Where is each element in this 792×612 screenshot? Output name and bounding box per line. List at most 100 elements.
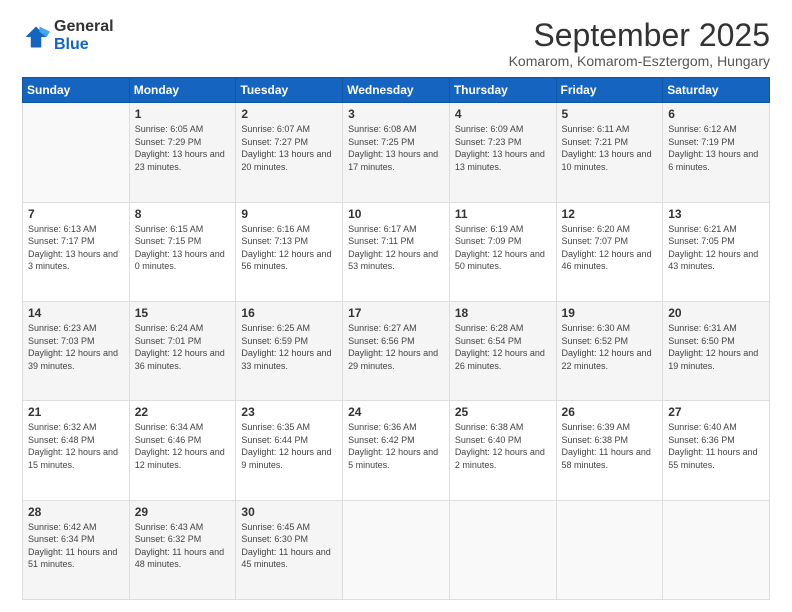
day-number: 27 (668, 405, 764, 419)
day-number: 21 (28, 405, 124, 419)
logo-area: General Blue (22, 18, 114, 53)
day-info: Sunrise: 6:43 AMSunset: 6:32 PMDaylight:… (135, 521, 231, 571)
day-info: Sunrise: 6:11 AMSunset: 7:21 PMDaylight:… (562, 123, 658, 173)
calendar-header-row: Sunday Monday Tuesday Wednesday Thursday… (23, 78, 770, 103)
page: General Blue September 2025 Komarom, Kom… (0, 0, 792, 612)
day-info: Sunrise: 6:20 AMSunset: 7:07 PMDaylight:… (562, 223, 658, 273)
table-row: 6 Sunrise: 6:12 AMSunset: 7:19 PMDaylight… (663, 103, 770, 202)
col-wednesday: Wednesday (343, 78, 450, 103)
table-row: 24Sunrise: 6:36 AMSunset: 6:42 PMDayligh… (343, 401, 450, 500)
col-tuesday: Tuesday (236, 78, 343, 103)
table-row: 3Sunrise: 6:08 AMSunset: 7:25 PMDaylight… (343, 103, 450, 202)
day-number: 7 (28, 207, 124, 221)
day-number: 19 (562, 306, 658, 320)
day-info: Sunrise: 6:40 AMSunset: 6:36 PMDaylight:… (668, 421, 764, 471)
day-number: 17 (348, 306, 444, 320)
table-row: 13 Sunrise: 6:21 AMSunset: 7:05 PMDayligh… (663, 202, 770, 301)
day-info: Sunrise: 6:08 AMSunset: 7:25 PMDaylight:… (348, 123, 444, 173)
logo-icon (22, 23, 50, 51)
location-title: Komarom, Komarom-Esztergom, Hungary (509, 53, 770, 69)
table-row: 9 Sunrise: 6:16 AMSunset: 7:13 PMDaylight… (236, 202, 343, 301)
table-row: 1Sunrise: 6:05 AMSunset: 7:29 PMDaylight… (129, 103, 236, 202)
day-info: Sunrise: 6:38 AMSunset: 6:40 PMDaylight:… (455, 421, 551, 471)
day-number: 12 (562, 207, 658, 221)
day-info: Sunrise: 6:24 AMSunset: 7:01 PMDaylight:… (135, 322, 231, 372)
day-number: 13 (668, 207, 764, 221)
day-number: 6 (668, 107, 764, 121)
day-info: Sunrise: 6:35 AMSunset: 6:44 PMDaylight:… (241, 421, 337, 471)
day-info: Sunrise: 6:16 AMSunset: 7:13 PMDaylight:… (241, 223, 337, 273)
day-number: 10 (348, 207, 444, 221)
day-info: Sunrise: 6:17 AMSunset: 7:11 PMDaylight:… (348, 223, 444, 273)
day-info: Sunrise: 6:30 AMSunset: 6:52 PMDaylight:… (562, 322, 658, 372)
day-info: Sunrise: 6:12 AMSunset: 7:19 PMDaylight:… (668, 123, 764, 173)
table-row: 12 Sunrise: 6:20 AMSunset: 7:07 PMDayligh… (556, 202, 663, 301)
day-number: 29 (135, 505, 231, 519)
table-row: 10 Sunrise: 6:17 AMSunset: 7:11 PMDayligh… (343, 202, 450, 301)
day-number: 14 (28, 306, 124, 320)
table-row: 4Sunrise: 6:09 AMSunset: 7:23 PMDaylight… (449, 103, 556, 202)
day-info: Sunrise: 6:45 AMSunset: 6:30 PMDaylight:… (241, 521, 337, 571)
day-number: 11 (455, 207, 551, 221)
table-row (343, 500, 450, 599)
day-info: Sunrise: 6:07 AMSunset: 7:27 PMDaylight:… (241, 123, 337, 173)
day-info: Sunrise: 6:34 AMSunset: 6:46 PMDaylight:… (135, 421, 231, 471)
table-row: 30 Sunrise: 6:45 AMSunset: 6:30 PMDayligh… (236, 500, 343, 599)
table-row: 21 Sunrise: 6:32 AMSunset: 6:48 PMDayligh… (23, 401, 130, 500)
logo-text: General Blue (54, 18, 114, 53)
day-info: Sunrise: 6:36 AMSunset: 6:42 PMDaylight:… (348, 421, 444, 471)
day-info: Sunrise: 6:42 AMSunset: 6:34 PMDaylight:… (28, 521, 124, 571)
table-row: 23 Sunrise: 6:35 AMSunset: 6:44 PMDayligh… (236, 401, 343, 500)
day-number: 25 (455, 405, 551, 419)
table-row: 7 Sunrise: 6:13 AMSunset: 7:17 PMDaylight… (23, 202, 130, 301)
logo-general-text: General (54, 18, 114, 36)
table-row: 22 Sunrise: 6:34 AMSunset: 6:46 PMDayligh… (129, 401, 236, 500)
logo-blue-text: Blue (54, 36, 114, 54)
day-info: Sunrise: 6:39 AMSunset: 6:38 PMDaylight:… (562, 421, 658, 471)
table-row (23, 103, 130, 202)
day-info: Sunrise: 6:23 AMSunset: 7:03 PMDaylight:… (28, 322, 124, 372)
month-title: September 2025 (509, 18, 770, 53)
day-info: Sunrise: 6:13 AMSunset: 7:17 PMDaylight:… (28, 223, 124, 273)
day-info: Sunrise: 6:27 AMSunset: 6:56 PMDaylight:… (348, 322, 444, 372)
table-row: 27 Sunrise: 6:40 AMSunset: 6:36 PMDayligh… (663, 401, 770, 500)
day-info: Sunrise: 6:28 AMSunset: 6:54 PMDaylight:… (455, 322, 551, 372)
day-number: 28 (28, 505, 124, 519)
col-monday: Monday (129, 78, 236, 103)
day-number: 30 (241, 505, 337, 519)
day-number: 8 (135, 207, 231, 221)
col-friday: Friday (556, 78, 663, 103)
table-row: 15Sunrise: 6:24 AMSunset: 7:01 PMDayligh… (129, 301, 236, 400)
table-row: 14 Sunrise: 6:23 AMSunset: 7:03 PMDayligh… (23, 301, 130, 400)
table-row (663, 500, 770, 599)
day-number: 9 (241, 207, 337, 221)
day-info: Sunrise: 6:19 AMSunset: 7:09 PMDaylight:… (455, 223, 551, 273)
table-row: 18 Sunrise: 6:28 AMSunset: 6:54 PMDayligh… (449, 301, 556, 400)
table-row: 20Sunrise: 6:31 AMSunset: 6:50 PMDayligh… (663, 301, 770, 400)
table-row: 5 Sunrise: 6:11 AMSunset: 7:21 PMDaylight… (556, 103, 663, 202)
day-info: Sunrise: 6:15 AMSunset: 7:15 PMDaylight:… (135, 223, 231, 273)
day-number: 22 (135, 405, 231, 419)
day-number: 2 (241, 107, 337, 121)
day-info: Sunrise: 6:09 AMSunset: 7:23 PMDaylight:… (455, 123, 551, 173)
header: General Blue September 2025 Komarom, Kom… (22, 18, 770, 69)
table-row: 25 Sunrise: 6:38 AMSunset: 6:40 PMDayligh… (449, 401, 556, 500)
day-info: Sunrise: 6:32 AMSunset: 6:48 PMDaylight:… (28, 421, 124, 471)
day-info: Sunrise: 6:21 AMSunset: 7:05 PMDaylight:… (668, 223, 764, 273)
table-row: 2 Sunrise: 6:07 AMSunset: 7:27 PMDaylight… (236, 103, 343, 202)
table-row: 8 Sunrise: 6:15 AMSunset: 7:15 PMDaylight… (129, 202, 236, 301)
col-thursday: Thursday (449, 78, 556, 103)
table-row: 28 Sunrise: 6:42 AMSunset: 6:34 PMDayligh… (23, 500, 130, 599)
day-number: 23 (241, 405, 337, 419)
col-sunday: Sunday (23, 78, 130, 103)
title-area: September 2025 Komarom, Komarom-Esztergo… (509, 18, 770, 69)
table-row: 19 Sunrise: 6:30 AMSunset: 6:52 PMDayligh… (556, 301, 663, 400)
table-row (556, 500, 663, 599)
day-info: Sunrise: 6:25 AMSunset: 6:59 PMDaylight:… (241, 322, 337, 372)
day-number: 1 (135, 107, 231, 121)
day-number: 18 (455, 306, 551, 320)
day-number: 16 (241, 306, 337, 320)
day-info: Sunrise: 6:31 AMSunset: 6:50 PMDaylight:… (668, 322, 764, 372)
day-number: 5 (562, 107, 658, 121)
calendar-table: Sunday Monday Tuesday Wednesday Thursday… (22, 77, 770, 600)
